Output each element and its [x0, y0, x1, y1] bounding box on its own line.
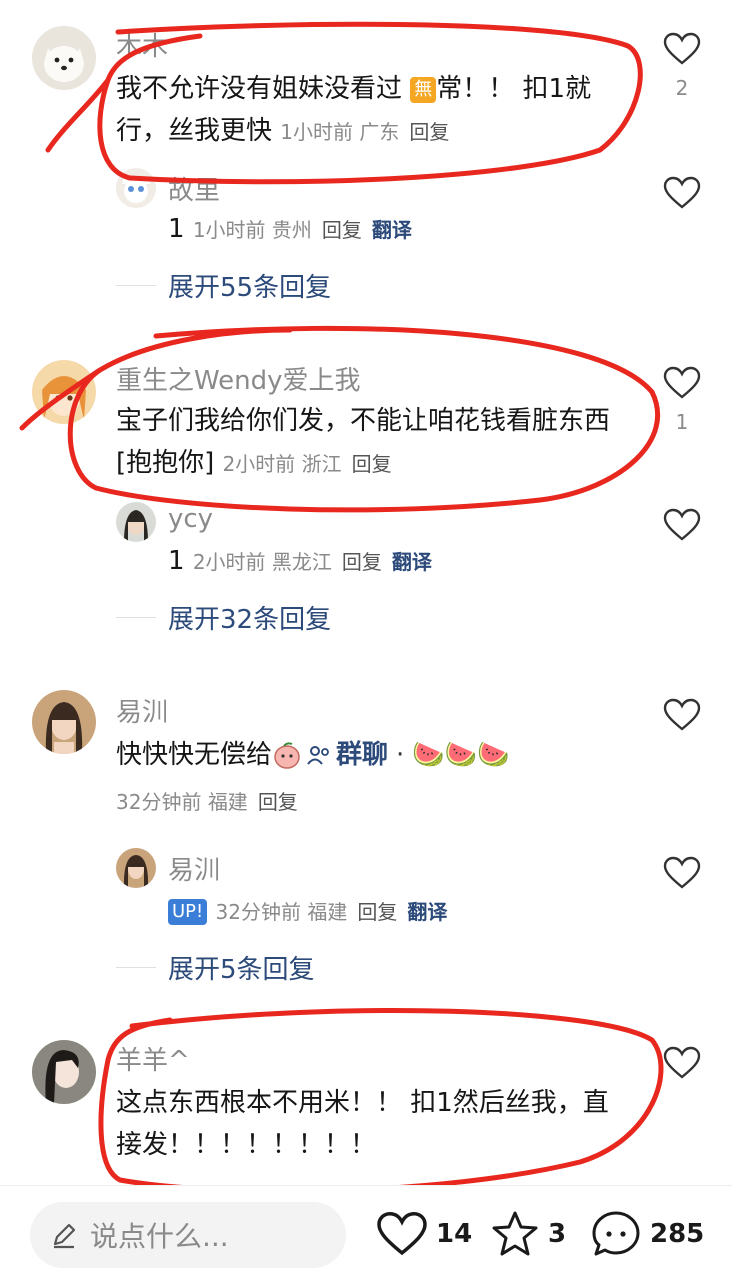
comment-text-body: 快快快无偿给 [116, 740, 273, 770]
expand-replies-button[interactable]: 展开5条回复 [116, 952, 315, 985]
favorite-count: 3 [548, 1219, 567, 1249]
like-count: 1 [675, 410, 689, 434]
bottom-bar: 说点什么... 14 3 285 [0, 1185, 732, 1280]
location: 广东 [359, 120, 400, 144]
pencil-icon [53, 1223, 76, 1249]
like-count: 2 [675, 76, 689, 100]
comment-meta: 32分钟前 福建 回复 [116, 786, 298, 815]
like-button[interactable] [662, 176, 702, 236]
reply-button[interactable]: 回复 [342, 550, 382, 574]
reply-username[interactable]: 故里 [168, 170, 220, 207]
reply-button[interactable]: 回复 [409, 120, 449, 144]
comment-text: 宝子们我给你们发，不能让咱花钱看脏东西[抱抱你] 2小时前 浙江 回复 [116, 400, 616, 485]
expand-replies-label: 展开55条回复 [168, 272, 332, 303]
timestamp: 2小时前 [222, 452, 296, 476]
reply-meta: 2小时前 黑龙江 回复 翻译 [193, 550, 432, 574]
translate-button[interactable]: 翻译 [392, 550, 432, 574]
reply-avatar[interactable] [116, 168, 156, 208]
divider [116, 284, 156, 286]
comment-username[interactable]: 木木 [116, 26, 168, 63]
heart-icon [663, 856, 701, 889]
like-button[interactable] [662, 698, 702, 758]
like-button[interactable] [662, 856, 702, 916]
comment-username[interactable]: 易汌 [116, 692, 168, 729]
reply-text: 1 [168, 214, 185, 244]
timestamp: 1小时前 [280, 120, 354, 144]
reply-meta: 1小时前 贵州 回复 翻译 [193, 218, 412, 242]
comment-text: 我不允许没有姐妹没看过 無常！！ 扣1就行，丝我更快 1小时前 广东 回复 [116, 68, 616, 153]
divider [116, 966, 156, 968]
comment-username[interactable]: 重生之Wendy爱上我 [116, 360, 361, 397]
reply-button[interactable]: 回复 [322, 218, 362, 242]
input-placeholder: 说点什么... [90, 1220, 229, 1253]
emoji-badge: 無 [410, 77, 437, 103]
reply-avatar[interactable] [116, 502, 156, 542]
translate-button[interactable]: 翻译 [407, 900, 447, 924]
heart-icon [663, 176, 701, 209]
expand-replies-button[interactable]: 展开32条回复 [116, 602, 331, 635]
reply-line: 1 2小时前 黑龙江 回复 翻译 [168, 540, 628, 583]
timestamp: 32分钟前 [116, 790, 202, 814]
timestamp: 2小时前 [192, 550, 266, 574]
comment-input[interactable]: 说点什么... [30, 1202, 346, 1268]
like-button[interactable] [662, 508, 702, 568]
chat-bubble-icon [592, 1211, 640, 1256]
location: 福建 [307, 900, 348, 924]
timestamp: 32分钟前 [215, 900, 301, 924]
translate-button[interactable]: 翻译 [372, 218, 412, 242]
comment-text: 这点东西根本不用米！！ 扣1然后丝我，直接发！！！！！！！！ [116, 1088, 609, 1160]
divider [116, 616, 156, 618]
expand-replies-button[interactable]: 展开55条回复 [116, 270, 331, 303]
like-button[interactable]: 1 [662, 366, 702, 434]
like-total-count: 14 [436, 1219, 473, 1249]
comment-username[interactable]: 羊羊^ [116, 1040, 190, 1077]
separator-dot: · [396, 740, 405, 770]
comment-meta: 1小时前 广东 回复 [280, 120, 449, 144]
heart-icon [663, 698, 701, 731]
location: 福建 [207, 790, 248, 814]
location: 贵州 [271, 218, 312, 242]
location: 黑龙江 [271, 550, 332, 574]
like-button[interactable] [662, 1046, 702, 1106]
heart-icon [663, 508, 701, 541]
group-chat-link[interactable]: 群聊 [336, 740, 388, 770]
group-chat-icon [307, 746, 329, 765]
reply-username[interactable]: ycy [168, 504, 213, 534]
location: 浙江 [301, 452, 342, 476]
comment-text: 快快快无偿给 群聊 · 🍉🍉🍉 [116, 734, 616, 776]
like-total-button[interactable]: 14 [376, 1206, 472, 1262]
reply-line: 1 1小时前 贵州 回复 翻译 [168, 208, 628, 251]
reply-username[interactable]: 易汌 [168, 850, 220, 887]
reply-button[interactable]: 回复 [352, 452, 392, 476]
favorite-button[interactable]: 3 [490, 1206, 566, 1262]
comment-total-count: 285 [650, 1219, 705, 1249]
expand-replies-label: 展开5条回复 [168, 954, 315, 985]
like-button[interactable]: 2 [662, 32, 702, 100]
expand-replies-label: 展开32条回复 [168, 604, 332, 635]
comment-meta: 2小时前 浙江 回复 [223, 452, 392, 476]
timestamp: 1小时前 [192, 218, 266, 242]
reply-avatar[interactable] [116, 848, 156, 888]
reply-button[interactable]: 回复 [258, 790, 298, 814]
reply-meta: 32分钟前 福建 回复 翻译 [216, 900, 448, 924]
avatar[interactable] [32, 360, 96, 424]
peach-emoji-icon [274, 742, 300, 769]
reply-text: 1 [168, 546, 185, 576]
heart-icon [663, 1046, 701, 1079]
comments-button[interactable]: 285 [590, 1206, 704, 1262]
comment-text-part: 我不允许没有姐妹没看过 [116, 74, 411, 104]
avatar[interactable] [32, 26, 96, 90]
heart-icon [377, 1211, 427, 1256]
up-badge: UP! [168, 899, 208, 925]
reply-button[interactable]: 回复 [357, 900, 397, 924]
avatar[interactable] [32, 1040, 96, 1104]
heart-icon [663, 32, 701, 65]
watermelon-emoji: 🍉🍉🍉 [412, 740, 510, 770]
reply-line: UP! 32分钟前 福建 回复 翻译 [168, 890, 628, 933]
star-icon [492, 1211, 538, 1256]
avatar[interactable] [32, 690, 96, 754]
heart-icon [663, 366, 701, 399]
